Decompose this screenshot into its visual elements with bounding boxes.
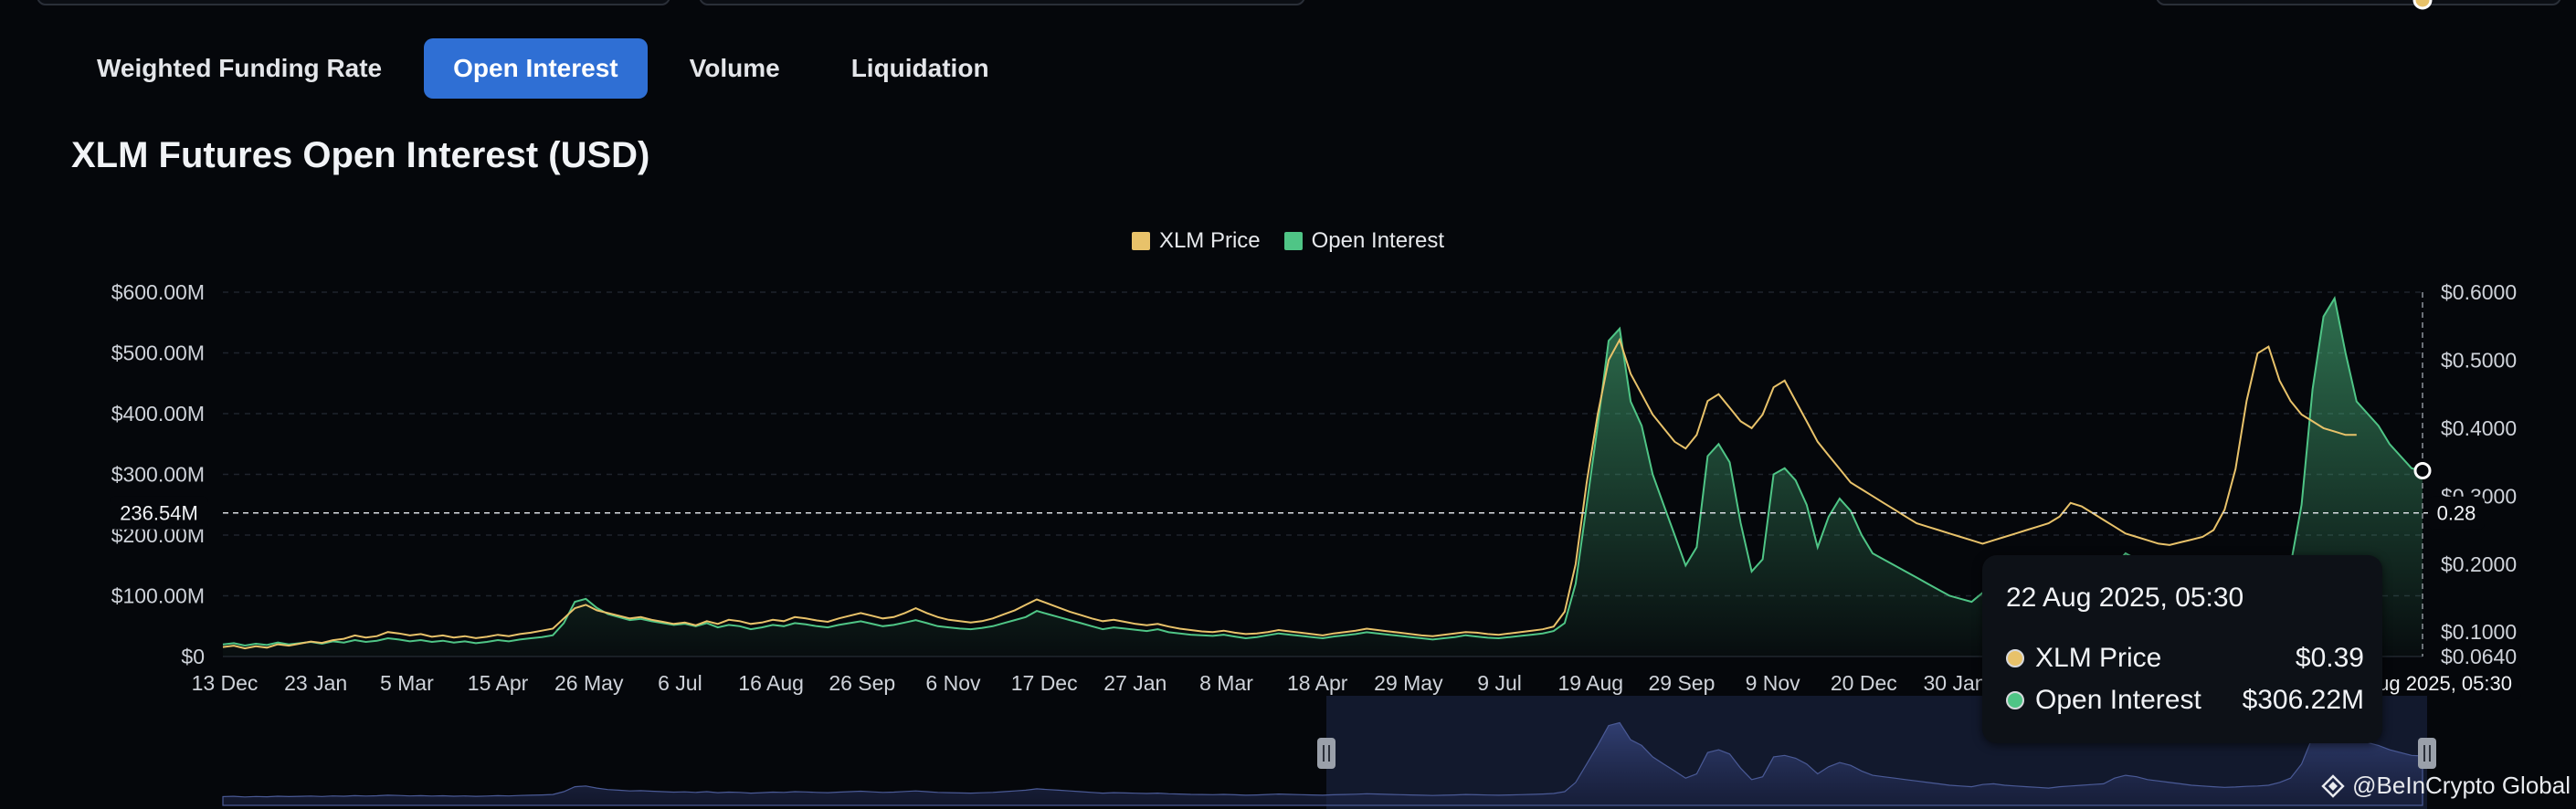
tooltip-date: 22 Aug 2025, 05:30 bbox=[2006, 583, 2244, 613]
x-tick-label: 9 Nov bbox=[1746, 671, 1801, 695]
y-left-tick-label: $300.00M bbox=[111, 463, 205, 487]
watermark: @BeInCrypto Global bbox=[2321, 772, 2571, 800]
tooltip-row-price: XLM Price $0.39 bbox=[2006, 643, 2364, 674]
x-tick-label: 26 May bbox=[554, 671, 624, 695]
x-tick-label: 29 May bbox=[1374, 671, 1443, 695]
tooltip-dot-open-interest bbox=[2006, 691, 2024, 709]
tooltip-label-open-interest: Open Interest bbox=[2035, 685, 2201, 715]
x-tick-label: 20 Dec bbox=[1831, 671, 1897, 695]
tooltip-label-price: XLM Price bbox=[2035, 643, 2162, 673]
x-tick-label: 19 Aug bbox=[1557, 671, 1623, 695]
x-tick-label: 18 Apr bbox=[1287, 671, 1348, 695]
x-tick-label: 9 Jul bbox=[1477, 671, 1522, 695]
beincrypto-logo-icon bbox=[2321, 773, 2345, 798]
y-right-tick-label: $0.1000 bbox=[2441, 620, 2517, 644]
tooltip-row-open-interest: Open Interest $306.22M bbox=[2006, 685, 2364, 716]
y-left-tick-label: $400.00M bbox=[111, 402, 205, 426]
y-left-tick-label: $600.00M bbox=[111, 280, 205, 304]
x-tick-label: 5 Mar bbox=[380, 671, 434, 695]
y-right-tick-label: $0.2000 bbox=[2441, 552, 2517, 576]
y-left-tick-label: $100.00M bbox=[111, 584, 205, 608]
x-tick-label: 13 Dec bbox=[192, 671, 259, 695]
x-tick-label: 23 Jan bbox=[284, 671, 347, 695]
x-tick-label: 6 Nov bbox=[925, 671, 981, 695]
watermark-text: @BeInCrypto Global bbox=[2352, 772, 2571, 799]
y-right-tick-label: $0.6000 bbox=[2441, 280, 2517, 304]
y-left-tick-label: $0 bbox=[181, 645, 205, 668]
x-tick-label: 8 Mar bbox=[1199, 671, 1253, 695]
navigator-handle bbox=[2418, 738, 2436, 769]
x-tick-label: 6 Jul bbox=[658, 671, 702, 695]
y-right-tick-label: $0.4000 bbox=[2441, 416, 2517, 440]
navigator-handle bbox=[1317, 738, 1336, 769]
x-tick-label: 16 Aug bbox=[738, 671, 804, 695]
price-marker bbox=[2412, 0, 2433, 10]
tooltip-dot-price bbox=[2006, 649, 2024, 667]
crosshair-right-label: 0.28 bbox=[2437, 502, 2476, 525]
tooltip-value-price: $0.39 bbox=[2295, 643, 2364, 673]
y-left-tick-label: $500.00M bbox=[111, 341, 205, 365]
x-tick-label: 17 Dec bbox=[1011, 671, 1078, 695]
x-tick-label: 30 Jan bbox=[1923, 671, 1986, 695]
data-tooltip: 22 Aug 2025, 05:30 XLM Price $0.39 Open … bbox=[1982, 555, 2382, 743]
open-interest-marker bbox=[2413, 462, 2432, 480]
x-tick-label: 29 Sep bbox=[1648, 671, 1715, 695]
x-tick-label: 15 Apr bbox=[468, 671, 529, 695]
crosshair-left-label: 236.54M bbox=[120, 502, 198, 525]
y-right-tick-label: $0.5000 bbox=[2441, 348, 2517, 372]
tooltip-value-open-interest: $306.22M bbox=[2242, 685, 2364, 715]
x-tick-label: 27 Jan bbox=[1103, 671, 1167, 695]
x-tick-label: 26 Sep bbox=[829, 671, 895, 695]
